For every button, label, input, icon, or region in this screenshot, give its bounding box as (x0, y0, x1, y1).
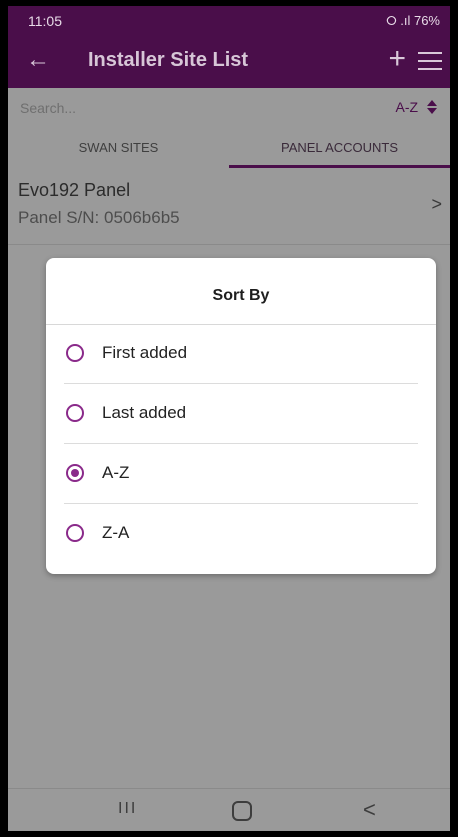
page-title: Installer Site List (88, 49, 249, 71)
radio-icon[interactable] (66, 404, 84, 422)
search-input[interactable]: Search... (20, 100, 76, 116)
sort-option-a-z[interactable]: A-Z (46, 444, 436, 504)
sort-label: A-Z (395, 99, 419, 115)
back-arrow-icon[interactable]: ← (26, 46, 50, 74)
tab-swan-sites[interactable]: SWAN SITES (8, 128, 229, 168)
status-indicators: ⭘ .ıl 76% (386, 13, 440, 28)
home-icon[interactable] (232, 801, 252, 821)
sort-option-label: A-Z (102, 463, 130, 482)
search-bar[interactable]: Search... A-Z (8, 88, 450, 128)
recent-apps-icon[interactable]: III (118, 800, 137, 818)
radio-icon[interactable] (66, 524, 84, 542)
list-item-subtitle: Panel S/N: 0506b6b5 (18, 208, 180, 227)
sort-option-z-a[interactable]: Z-A (46, 504, 436, 564)
status-bar: 11:05 ⭘ .ıl 76% (8, 6, 450, 36)
app-screen: 11:05 ⭘ .ıl 76% ← Installer Site List + … (6, 4, 452, 833)
list-item[interactable]: Evo192 Panel Panel S/N: 0506b6b5 > (8, 168, 450, 245)
radio-selected-icon[interactable] (66, 464, 84, 482)
list-item-title: Evo192 Panel (18, 180, 131, 200)
sort-dialog: Sort By First added Last added A-Z Z-A (46, 258, 436, 574)
sort-option-label: Z-A (102, 523, 130, 542)
add-icon[interactable]: + (388, 42, 406, 76)
sort-selector[interactable]: A-Z (396, 99, 438, 115)
dialog-title: Sort By (46, 258, 436, 325)
radio-icon[interactable] (66, 344, 84, 362)
system-nav-bar: III < (8, 788, 450, 831)
tab-bar: SWAN SITES PANEL ACCOUNTS (8, 128, 450, 168)
tab-panel-accounts[interactable]: PANEL ACCOUNTS (229, 128, 450, 168)
sort-option-label: Last added (102, 403, 187, 422)
menu-icon[interactable] (418, 52, 442, 70)
sort-option-first-added[interactable]: First added (46, 324, 436, 384)
status-time: 11:05 (28, 13, 62, 29)
chevron-right-icon: > (431, 194, 442, 214)
nav-back-icon[interactable]: < (363, 797, 376, 823)
sort-updown-icon (427, 100, 437, 114)
app-bar: ← Installer Site List + (8, 36, 450, 88)
sort-option-last-added[interactable]: Last added (46, 384, 436, 444)
sort-option-label: First added (102, 343, 188, 362)
